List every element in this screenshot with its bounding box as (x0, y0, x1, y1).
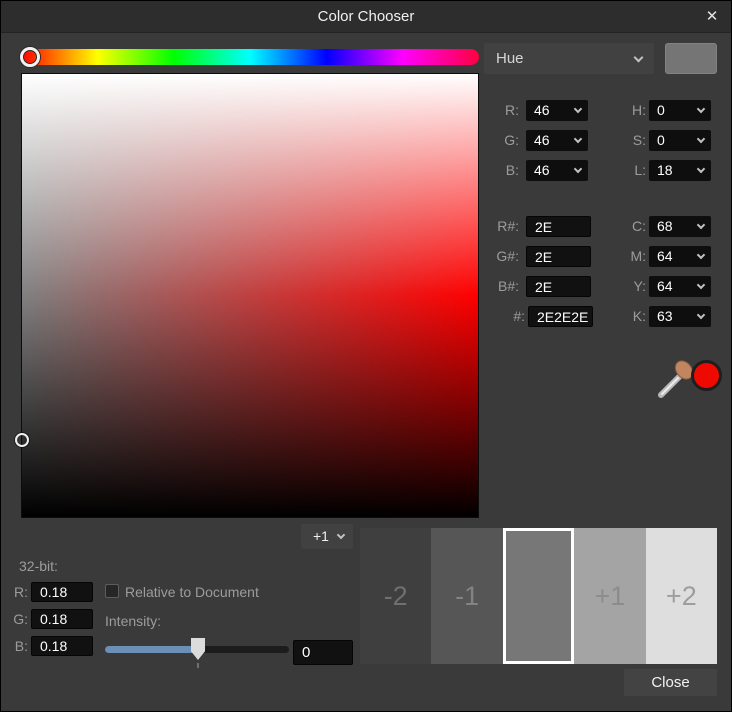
k-label: K: (632, 308, 646, 324)
chevron-down-icon (633, 52, 644, 63)
chevron-down-icon (696, 250, 706, 260)
intensity-slider-thumb[interactable] (191, 638, 205, 660)
m-label: M: (630, 248, 646, 264)
dialog-title: Color Chooser (317, 8, 415, 25)
bit32-r-label: R: (14, 584, 28, 600)
s-value: 0 (657, 132, 665, 148)
hex-full-label: #: (513, 308, 525, 324)
current-color-swatch[interactable] (665, 43, 717, 74)
c-value: 68 (657, 218, 673, 234)
close-icon[interactable]: ✕ (701, 7, 723, 27)
intensity-value-input[interactable] (293, 640, 353, 665)
m-spinner[interactable]: 64 (649, 246, 711, 267)
stops-dropdown-value: +1 (313, 528, 329, 544)
relative-to-document-checkbox[interactable] (105, 584, 119, 598)
s-spinner[interactable]: 0 (649, 130, 711, 151)
swatch-minus-2[interactable]: -2 (360, 528, 432, 664)
hex-g-label: G#: (496, 248, 519, 264)
chevron-down-icon (696, 280, 706, 290)
hue-slider-marker[interactable] (20, 47, 40, 67)
exposure-swatch-row: -2 -1 +1 +2 (360, 528, 718, 664)
l-value: 18 (657, 162, 673, 178)
chevron-down-icon (696, 164, 706, 174)
chevron-down-icon (573, 104, 583, 114)
swatch-label: -2 (383, 580, 408, 611)
hex-g-input[interactable] (526, 246, 591, 267)
chevron-down-icon (696, 220, 706, 230)
close-button[interactable]: Close (624, 669, 717, 696)
chevron-down-icon (573, 134, 583, 144)
hex-r-input[interactable] (526, 216, 591, 237)
chevron-down-icon (696, 310, 706, 320)
intensity-label: Intensity: (105, 613, 162, 629)
swatch-plus-2[interactable]: +2 (645, 528, 718, 664)
hex-full-input[interactable] (528, 306, 593, 327)
swatch-label: +1 (594, 580, 626, 611)
swatch-current[interactable] (502, 528, 575, 664)
s-label: S: (632, 132, 646, 148)
intensity-slider-fill (105, 646, 198, 653)
hex-r-label: R#: (497, 218, 519, 234)
c-spinner[interactable]: 68 (649, 216, 711, 237)
bit32-g-input[interactable] (31, 609, 93, 629)
swatch-label: -1 (455, 580, 480, 611)
l-label: L: (634, 162, 646, 178)
r-spinner[interactable]: 46 (526, 100, 588, 121)
bit32-g-label: G: (13, 611, 28, 627)
h-spinner[interactable]: 0 (649, 100, 711, 121)
picked-color-dot (691, 360, 722, 391)
color-mode-dropdown[interactable]: Hue (484, 43, 654, 74)
color-picker-marker[interactable] (15, 433, 29, 447)
chevron-down-icon (696, 134, 706, 144)
b-spinner[interactable]: 46 (526, 160, 588, 181)
l-spinner[interactable]: 18 (649, 160, 711, 181)
color-mode-value: Hue (496, 50, 524, 67)
m-value: 64 (657, 248, 673, 264)
b-value: 46 (534, 162, 550, 178)
hue-slider[interactable] (20, 47, 479, 67)
bit32-r-input[interactable] (31, 582, 93, 602)
hex-b-label: B#: (497, 278, 519, 294)
swatch-plus-1[interactable]: +1 (574, 528, 646, 664)
bit32-b-input[interactable] (31, 636, 93, 656)
color-chooser-dialog: Color Chooser ✕ Hue R: 46 G: 46 B: 46 H:… (0, 0, 732, 712)
swatch-label: +2 (665, 580, 697, 611)
h-value: 0 (657, 102, 665, 118)
g-value: 46 (534, 132, 550, 148)
y-label: Y: (633, 278, 646, 294)
h-label: H: (632, 102, 646, 118)
chevron-down-icon (573, 164, 583, 174)
y-spinner[interactable]: 64 (649, 276, 711, 297)
chevron-down-icon (696, 104, 706, 114)
saturation-lightness-square[interactable] (15, 73, 479, 518)
c-label: C: (632, 218, 646, 234)
g-label: G: (504, 132, 519, 148)
r-label: R: (505, 102, 519, 118)
g-spinner[interactable]: 46 (526, 130, 588, 151)
stops-dropdown[interactable]: +1 (301, 524, 353, 549)
hex-b-input[interactable] (526, 276, 591, 297)
bit32-section-label: 32-bit: (19, 558, 58, 574)
r-value: 46 (534, 102, 550, 118)
swatch-minus-1[interactable]: -1 (431, 528, 503, 664)
y-value: 64 (657, 278, 673, 294)
intensity-slider-tick (197, 663, 199, 668)
bit32-b-label: B: (14, 638, 28, 654)
k-spinner[interactable]: 63 (649, 306, 711, 327)
relative-to-document-label: Relative to Document (125, 584, 259, 600)
title-bar: Color Chooser ✕ (1, 1, 731, 33)
b-label: B: (505, 162, 519, 178)
swatch-label (503, 528, 574, 664)
k-value: 63 (657, 308, 673, 324)
chevron-down-icon (336, 530, 346, 540)
